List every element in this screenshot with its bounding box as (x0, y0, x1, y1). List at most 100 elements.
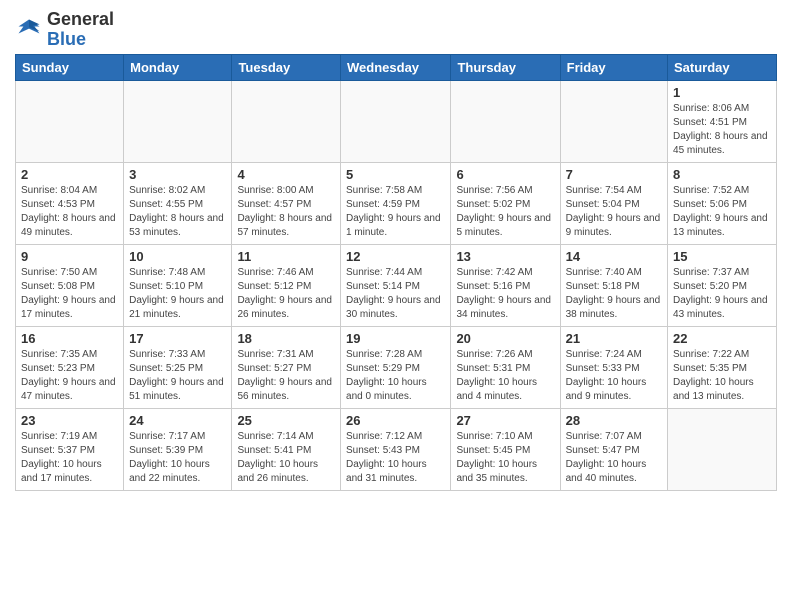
day-number: 27 (456, 413, 554, 428)
calendar-cell: 13 Sunrise: 7:42 AM Sunset: 5:16 PM Dayli… (451, 244, 560, 326)
calendar-table: SundayMondayTuesdayWednesdayThursdayFrid… (15, 54, 777, 491)
day-number: 26 (346, 413, 445, 428)
day-number: 17 (129, 331, 226, 346)
day-info: Sunrise: 7:58 AM Sunset: 4:59 PM Dayligh… (346, 184, 445, 240)
day-number: 16 (21, 331, 118, 346)
calendar-body: 1Sunrise: 8:06 AM Sunset: 4:51 PM Daylig… (16, 80, 777, 490)
calendar-cell: 20 Sunrise: 7:26 AM Sunset: 5:31 PM Dayli… (451, 326, 560, 408)
calendar-cell: 16 Sunrise: 7:35 AM Sunset: 5:23 PM Dayli… (16, 326, 124, 408)
day-info: Sunrise: 7:10 AM Sunset: 5:45 PM Dayligh… (456, 430, 554, 486)
day-number: 10 (129, 249, 226, 264)
day-number: 9 (21, 249, 118, 264)
calendar-cell: 4Sunrise: 8:00 AM Sunset: 4:57 PM Daylig… (232, 162, 341, 244)
calendar-cell: 9 Sunrise: 7:50 AM Sunset: 5:08 PM Daylig… (16, 244, 124, 326)
day-info: Sunrise: 7:48 AM Sunset: 5:10 PM Dayligh… (129, 266, 226, 322)
logo: General Blue (15, 10, 114, 50)
calendar-cell (341, 80, 451, 162)
calendar-cell (560, 80, 667, 162)
day-number: 20 (456, 331, 554, 346)
calendar-cell (668, 408, 777, 490)
day-info: Sunrise: 7:37 AM Sunset: 5:20 PM Dayligh… (673, 266, 771, 322)
weekday-header-row: SundayMondayTuesdayWednesdayThursdayFrid… (16, 54, 777, 80)
day-number: 25 (237, 413, 335, 428)
calendar-cell (451, 80, 560, 162)
day-info: Sunrise: 7:42 AM Sunset: 5:16 PM Dayligh… (456, 266, 554, 322)
day-info: Sunrise: 8:02 AM Sunset: 4:55 PM Dayligh… (129, 184, 226, 240)
day-number: 15 (673, 249, 771, 264)
calendar-cell (232, 80, 341, 162)
day-info: Sunrise: 7:14 AM Sunset: 5:41 PM Dayligh… (237, 430, 335, 486)
day-info: Sunrise: 7:40 AM Sunset: 5:18 PM Dayligh… (566, 266, 662, 322)
day-number: 12 (346, 249, 445, 264)
calendar-cell: 1Sunrise: 8:06 AM Sunset: 4:51 PM Daylig… (668, 80, 777, 162)
calendar-cell: 12 Sunrise: 7:44 AM Sunset: 5:14 PM Dayli… (341, 244, 451, 326)
week-row-4: 16 Sunrise: 7:35 AM Sunset: 5:23 PM Dayli… (16, 326, 777, 408)
page-container: General Blue SundayMondayTuesdayWednesda… (0, 0, 792, 501)
calendar-cell: 27 Sunrise: 7:10 AM Sunset: 5:45 PM Dayli… (451, 408, 560, 490)
logo-icon (15, 16, 43, 44)
day-number: 22 (673, 331, 771, 346)
day-info: Sunrise: 7:28 AM Sunset: 5:29 PM Dayligh… (346, 348, 445, 404)
weekday-sunday: Sunday (16, 54, 124, 80)
calendar-cell: 8Sunrise: 7:52 AM Sunset: 5:06 PM Daylig… (668, 162, 777, 244)
day-number: 13 (456, 249, 554, 264)
day-number: 3 (129, 167, 226, 182)
day-number: 6 (456, 167, 554, 182)
weekday-wednesday: Wednesday (341, 54, 451, 80)
day-info: Sunrise: 7:22 AM Sunset: 5:35 PM Dayligh… (673, 348, 771, 404)
calendar-cell: 3 Sunrise: 8:02 AM Sunset: 4:55 PM Daylig… (124, 162, 232, 244)
day-number: 24 (129, 413, 226, 428)
day-info: Sunrise: 7:56 AM Sunset: 5:02 PM Dayligh… (456, 184, 554, 240)
calendar-header: SundayMondayTuesdayWednesdayThursdayFrid… (16, 54, 777, 80)
day-info: Sunrise: 7:54 AM Sunset: 5:04 PM Dayligh… (566, 184, 662, 240)
calendar-cell: 11 Sunrise: 7:46 AM Sunset: 5:12 PM Dayli… (232, 244, 341, 326)
calendar-cell: 24 Sunrise: 7:17 AM Sunset: 5:39 PM Dayli… (124, 408, 232, 490)
day-info: Sunrise: 7:24 AM Sunset: 5:33 PM Dayligh… (566, 348, 662, 404)
week-row-3: 9 Sunrise: 7:50 AM Sunset: 5:08 PM Daylig… (16, 244, 777, 326)
day-info: Sunrise: 7:12 AM Sunset: 5:43 PM Dayligh… (346, 430, 445, 486)
calendar-cell: 28 Sunrise: 7:07 AM Sunset: 5:47 PM Dayli… (560, 408, 667, 490)
calendar-cell: 2Sunrise: 8:04 AM Sunset: 4:53 PM Daylig… (16, 162, 124, 244)
weekday-saturday: Saturday (668, 54, 777, 80)
calendar-cell: 6 Sunrise: 7:56 AM Sunset: 5:02 PM Daylig… (451, 162, 560, 244)
day-info: Sunrise: 7:50 AM Sunset: 5:08 PM Dayligh… (21, 266, 118, 322)
day-number: 4 (237, 167, 335, 182)
calendar-cell: 5 Sunrise: 7:58 AM Sunset: 4:59 PM Daylig… (341, 162, 451, 244)
calendar-cell: 22 Sunrise: 7:22 AM Sunset: 5:35 PM Dayli… (668, 326, 777, 408)
calendar-cell: 10 Sunrise: 7:48 AM Sunset: 5:10 PM Dayli… (124, 244, 232, 326)
calendar-cell: 25 Sunrise: 7:14 AM Sunset: 5:41 PM Dayli… (232, 408, 341, 490)
day-number: 14 (566, 249, 662, 264)
weekday-friday: Friday (560, 54, 667, 80)
day-number: 23 (21, 413, 118, 428)
day-number: 18 (237, 331, 335, 346)
day-number: 1 (673, 85, 771, 100)
week-row-1: 1Sunrise: 8:06 AM Sunset: 4:51 PM Daylig… (16, 80, 777, 162)
day-info: Sunrise: 7:26 AM Sunset: 5:31 PM Dayligh… (456, 348, 554, 404)
calendar-cell: 15 Sunrise: 7:37 AM Sunset: 5:20 PM Dayli… (668, 244, 777, 326)
day-info: Sunrise: 7:52 AM Sunset: 5:06 PM Dayligh… (673, 184, 771, 240)
week-row-2: 2Sunrise: 8:04 AM Sunset: 4:53 PM Daylig… (16, 162, 777, 244)
weekday-thursday: Thursday (451, 54, 560, 80)
logo-line1: General (47, 10, 114, 30)
weekday-tuesday: Tuesday (232, 54, 341, 80)
day-number: 28 (566, 413, 662, 428)
day-number: 5 (346, 167, 445, 182)
header: General Blue (15, 10, 777, 50)
calendar-cell: 17 Sunrise: 7:33 AM Sunset: 5:25 PM Dayli… (124, 326, 232, 408)
day-info: Sunrise: 7:46 AM Sunset: 5:12 PM Dayligh… (237, 266, 335, 322)
day-info: Sunrise: 7:19 AM Sunset: 5:37 PM Dayligh… (21, 430, 118, 486)
calendar-cell (16, 80, 124, 162)
calendar-cell: 7Sunrise: 7:54 AM Sunset: 5:04 PM Daylig… (560, 162, 667, 244)
day-number: 21 (566, 331, 662, 346)
day-info: Sunrise: 7:07 AM Sunset: 5:47 PM Dayligh… (566, 430, 662, 486)
calendar-cell: 18 Sunrise: 7:31 AM Sunset: 5:27 PM Dayli… (232, 326, 341, 408)
day-info: Sunrise: 7:33 AM Sunset: 5:25 PM Dayligh… (129, 348, 226, 404)
day-info: Sunrise: 7:44 AM Sunset: 5:14 PM Dayligh… (346, 266, 445, 322)
day-number: 11 (237, 249, 335, 264)
day-number: 19 (346, 331, 445, 346)
calendar-cell: 26 Sunrise: 7:12 AM Sunset: 5:43 PM Dayli… (341, 408, 451, 490)
day-info: Sunrise: 8:04 AM Sunset: 4:53 PM Dayligh… (21, 184, 118, 240)
day-info: Sunrise: 7:31 AM Sunset: 5:27 PM Dayligh… (237, 348, 335, 404)
day-info: Sunrise: 7:35 AM Sunset: 5:23 PM Dayligh… (21, 348, 118, 404)
day-info: Sunrise: 7:17 AM Sunset: 5:39 PM Dayligh… (129, 430, 226, 486)
